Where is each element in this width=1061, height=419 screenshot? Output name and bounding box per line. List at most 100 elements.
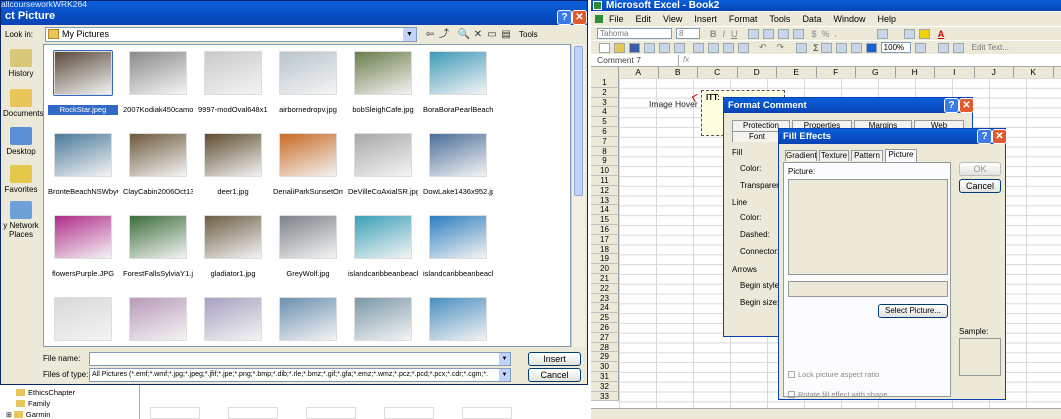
file-name-input[interactable]: ▼ [89,352,511,366]
file-thumbnail[interactable] [48,293,118,346]
tab-gradient[interactable]: Gradient [785,150,817,161]
select-all-corner[interactable] [591,67,619,78]
file-thumbnail[interactable]: DenaliParkSunsetOme... [273,129,343,209]
cut-icon[interactable] [693,42,704,53]
hyperlink-icon[interactable] [796,42,808,53]
row-header[interactable]: 3 [591,97,619,108]
zoom-select[interactable]: 100% [880,42,911,53]
menu-data[interactable]: Data [802,14,821,24]
row-header[interactable]: 33 [591,391,619,402]
italic-icon[interactable]: I [723,29,726,39]
row-header[interactable]: 17 [591,234,619,245]
row-header[interactable]: 20 [591,264,619,274]
align-left-icon[interactable] [747,28,759,39]
dialog-title-bar[interactable]: allcourseworkWRK264 ct Picture ? ✕ [1,0,587,25]
row-header[interactable]: 30 [591,362,619,372]
column-header[interactable]: E [777,67,817,78]
row-header[interactable]: 10 [591,166,619,176]
chevron-down-icon[interactable]: ▼ [499,353,510,365]
menu-insert[interactable]: Insert [694,14,717,24]
column-header[interactable]: B [659,67,698,78]
row-header[interactable]: 31 [591,372,619,382]
chevron-down-icon[interactable]: ▼ [403,28,416,41]
file-thumbnail[interactable]: flowersPurple.JPG [48,211,118,291]
comma-icon[interactable]: , [835,29,837,38]
fill-color-icon[interactable] [918,28,930,39]
vertical-scrollbar[interactable] [571,44,585,347]
row-header[interactable]: 28 [591,342,619,353]
file-thumbnail[interactable]: gladiator1.jpg [198,211,268,291]
chart-wizard-icon[interactable] [850,42,862,53]
tab-font[interactable]: Font [732,131,782,142]
borders-icon[interactable] [903,28,915,39]
file-thumbnail[interactable] [198,293,268,346]
workbook-icon[interactable] [595,15,603,23]
file-thumbnail[interactable]: GreyWolf.jpg [273,211,343,291]
file-thumbnail[interactable]: DeVilleCoAxialSR.jpg [348,129,418,209]
file-thumbnail[interactable]: DowLake1436x952.jpg [423,129,493,209]
rotate-fill-checkbox[interactable]: Rotate fill effect with shape [788,390,888,399]
row-header[interactable]: 5 [591,117,619,127]
currency-icon[interactable]: $ [812,29,817,39]
file-thumbnail[interactable] [123,293,193,346]
menu-format[interactable]: Format [729,14,758,24]
file-thumbnail[interactable]: RockStar.jpeg [48,47,118,127]
sort-asc-icon[interactable] [820,42,832,53]
file-thumbnail[interactable]: bobSleighCafe.jpg [348,47,418,127]
row-header[interactable]: 6 [591,127,619,137]
row-header[interactable]: 19 [591,254,619,265]
close-button[interactable]: ✕ [959,98,974,113]
menu-window[interactable]: Window [833,14,865,24]
lock-aspect-checkbox[interactable]: Lock picture aspect ratio [788,370,879,379]
column-header[interactable]: D [738,67,777,78]
save-icon[interactable] [629,42,640,53]
row-header[interactable]: 16 [591,225,619,235]
close-button[interactable]: ✕ [572,10,587,25]
help-button[interactable]: ? [557,10,572,25]
menu-tools[interactable]: Tools [769,14,790,24]
back-icon[interactable]: ⇦ [423,28,437,41]
file-thumbnail[interactable]: 9997-modOval648x10... [198,47,268,127]
align-right-icon[interactable] [777,28,789,39]
file-thumbnail[interactable] [423,293,493,346]
close-button[interactable]: ✕ [992,129,1007,144]
file-thumbnail[interactable]: 2007Kodiak450camoG... [123,47,193,127]
column-header[interactable]: K [1014,67,1054,78]
row-header[interactable]: 25 [591,313,619,323]
new-folder-icon[interactable]: ▭ [485,28,499,41]
column-header[interactable]: A [619,67,659,78]
files-of-type-select[interactable]: All Pictures (*.emf;*.wmf;*.jpg;*.jpeg;*… [89,368,511,382]
cell-b3[interactable]: Image Hover [649,99,698,109]
file-thumbnail[interactable] [348,293,418,346]
row-header[interactable]: 9 [591,156,619,167]
views-icon[interactable]: ▤ [499,28,513,41]
file-thumbnail[interactable]: ForestFallsSylviaY1.jpg [123,211,193,291]
menu-file[interactable]: File [609,14,624,24]
file-thumbnail[interactable]: ClayCabin2006Oct137... [123,129,193,209]
autosum-icon[interactable]: Σ [813,43,819,53]
percent-icon[interactable]: % [822,29,830,39]
search-web-icon[interactable]: 🔍 [457,28,471,41]
redo-icon[interactable]: ↷ [777,42,785,53]
cancel-button[interactable]: Cancel [959,179,1001,193]
row-header[interactable]: 23 [591,293,619,304]
fill-effects-title-bar[interactable]: Fill Effects ? ✕ [779,129,1007,144]
file-thumbnail[interactable]: islandcaribbeanbeach3... [348,211,418,291]
bold-icon[interactable]: B [710,29,717,39]
menu-view[interactable]: View [663,14,682,24]
preview-icon[interactable] [659,42,670,53]
file-thumbnail-view[interactable]: RockStar.jpeg 2007Kodiak450camoG... 9997-m… [43,44,571,347]
tree-item[interactable]: ⊞ Garmin [6,410,50,419]
row-header[interactable]: 12 [591,185,619,196]
spelling-icon[interactable] [674,42,685,53]
help-icon[interactable] [914,42,926,53]
undo-icon[interactable]: ↶ [759,42,767,53]
expand-icon[interactable]: ⊞ [6,411,12,419]
scroll-thumb[interactable] [574,46,583,196]
places-desktop[interactable]: Desktop [3,127,39,156]
row-header[interactable]: 4 [591,107,619,118]
file-thumbnail[interactable]: BronteBeachNSWbyC... [48,129,118,209]
align-center-icon[interactable] [762,28,774,39]
file-thumbnail[interactable]: deer1.jpg [198,129,268,209]
places-documents[interactable]: Documents [3,89,43,118]
